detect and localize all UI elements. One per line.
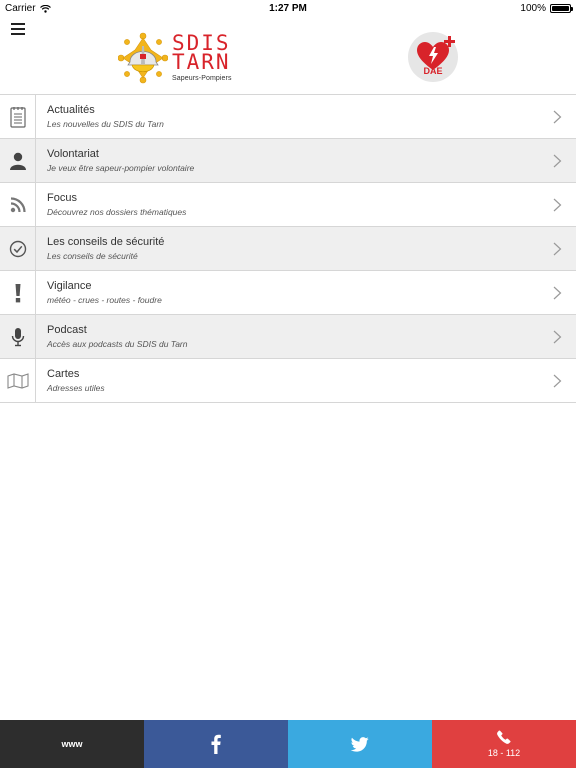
icon-cell (0, 139, 36, 182)
firefighter-helmet-emblem (118, 32, 168, 84)
website-label: www (61, 739, 83, 749)
exclamation-icon (15, 283, 20, 302)
menu-item-title: Vigilance (47, 280, 92, 292)
menu-item-subtitle: Je veux être sapeur-pompier volontaire (47, 163, 195, 173)
menu-item-actualites[interactable]: Actualités Les nouvelles du SDIS du Tarn (0, 95, 576, 139)
menu-item-title: Actualités (47, 104, 95, 116)
battery-icon (550, 4, 573, 13)
dae-label: DAE (423, 66, 443, 76)
person-icon (9, 152, 26, 170)
menu-item-subtitle: Les conseils de sécurité (47, 251, 138, 261)
hamburger-menu-button[interactable] (11, 23, 25, 35)
chevron-right-icon (553, 110, 562, 124)
icon-cell (0, 183, 36, 226)
status-bar: Carrier 1:27 PM 100% (0, 0, 576, 16)
menu-item-cartes[interactable]: Cartes Adresses utiles (0, 359, 576, 403)
twitter-icon (351, 736, 369, 752)
check-circle-icon (9, 240, 26, 257)
facebook-icon (211, 734, 221, 754)
icon-cell (0, 359, 36, 402)
phone-icon (497, 730, 511, 744)
menu-item-title: Les conseils de sécurité (47, 236, 165, 248)
menu-item-vigilance[interactable]: Vigilance météo - crues - routes - foudr… (0, 271, 576, 315)
chevron-right-icon (553, 154, 562, 168)
logo-tarn: TARN (172, 50, 231, 74)
menu-list: Actualités Les nouvelles du SDIS du Tarn… (0, 95, 576, 403)
chevron-right-icon (553, 374, 562, 388)
microphone-icon (11, 327, 24, 346)
app-header: SDIS TARN Sapeurs-Pompiers DAE (0, 16, 576, 95)
menu-item-title: Cartes (47, 368, 80, 380)
menu-item-subtitle: météo - crues - routes - foudre (47, 295, 162, 305)
chevron-right-icon (553, 330, 562, 344)
chevron-right-icon (553, 286, 562, 300)
icon-cell (0, 95, 36, 138)
menu-item-subtitle: Découvrez nos dossiers thématiques (47, 207, 187, 217)
emergency-call-button[interactable]: 18 - 112 (432, 720, 576, 768)
icon-cell (0, 227, 36, 270)
emergency-number-label: 18 - 112 (487, 748, 521, 758)
menu-item-title: Volontariat (47, 148, 99, 160)
menu-item-volontariat[interactable]: Volontariat Je veux être sapeur-pompier … (0, 139, 576, 183)
bottom-action-bar: www 18 - 112 (0, 720, 576, 768)
chevron-right-icon (553, 242, 562, 256)
calendar-icon (9, 106, 26, 128)
sdis-tarn-logo: SDIS TARN Sapeurs-Pompiers (118, 30, 238, 86)
menu-item-subtitle: Adresses utiles (47, 383, 105, 393)
map-icon (6, 372, 29, 389)
menu-item-title: Focus (47, 192, 77, 204)
menu-item-podcast[interactable]: Podcast Accès aux podcasts du SDIS du Ta… (0, 315, 576, 359)
menu-item-conseils-securite[interactable]: Les conseils de sécurité Les conseils de… (0, 227, 576, 271)
chevron-right-icon (553, 198, 562, 212)
icon-cell (0, 271, 36, 314)
menu-item-focus[interactable]: Focus Découvrez nos dossiers thématiques (0, 183, 576, 227)
rss-icon (10, 196, 26, 212)
battery-percent: 100% (520, 3, 546, 14)
icon-cell (0, 315, 36, 358)
twitter-button[interactable] (288, 720, 432, 768)
menu-item-subtitle: Les nouvelles du SDIS du Tarn (47, 119, 164, 129)
logo-text: SDIS TARN Sapeurs-Pompiers (172, 33, 232, 83)
status-time: 1:27 PM (269, 3, 307, 14)
dae-button[interactable]: DAE (408, 32, 458, 82)
menu-item-title: Podcast (47, 324, 87, 336)
logo-subtitle: Sapeurs-Pompiers (172, 75, 232, 82)
menu-item-subtitle: Accès aux podcasts du SDIS du Tarn (47, 339, 188, 349)
facebook-button[interactable] (144, 720, 288, 768)
website-button[interactable]: www (0, 720, 144, 768)
status-right: 100% (520, 3, 573, 14)
